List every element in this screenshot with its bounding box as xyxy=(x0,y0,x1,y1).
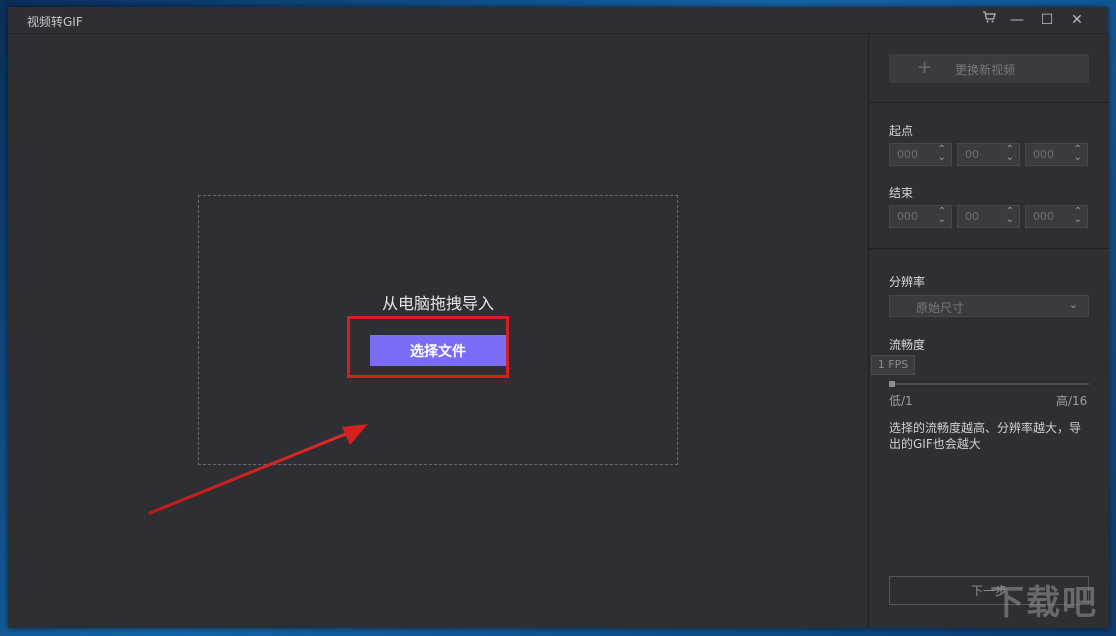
settings-panel: + 更换新视频 起点 000 ⌃ ⌄ 00 ⌃ ⌄ 000 ⌃ ⌄ 结束 000 ⌃ ⌄… xyxy=(868,34,1109,628)
title-bar: 视频转GIF — ☐ ✕ xyxy=(8,7,1108,34)
slider-max-label: 高/16 xyxy=(1056,394,1088,408)
replace-video-button[interactable]: + 更换新视频 xyxy=(889,54,1089,83)
window-title: 视频转GIF xyxy=(27,15,83,29)
end-label: 结束 xyxy=(889,186,914,200)
fluency-label: 流畅度 xyxy=(889,338,926,352)
slider-min-label: 低/1 xyxy=(889,394,913,408)
watermark-logo: 下载吧 xyxy=(990,583,1098,623)
end-hours-input[interactable]: 000 ⌃ ⌄ xyxy=(889,205,952,228)
select-file-button[interactable]: 选择文件 xyxy=(370,335,506,366)
start-seconds-input[interactable]: 000 ⌃ ⌄ xyxy=(1025,143,1088,166)
stepper-icon[interactable]: ⌃ ⌄ xyxy=(1006,145,1014,163)
replace-video-label: 更换新视频 xyxy=(955,63,1016,77)
stepper-icon[interactable]: ⌃ ⌄ xyxy=(1074,207,1082,225)
drop-zone[interactable]: 从电脑拖拽导入 选择文件 xyxy=(198,195,678,465)
start-hours-input[interactable]: 000 ⌃ ⌄ xyxy=(889,143,952,166)
app-window: 视频转GIF — ☐ ✕ 从电脑拖拽导入 选择文件 + 更换新视频 起点 000… xyxy=(8,7,1109,628)
stepper-icon[interactable]: ⌃ ⌄ xyxy=(1006,207,1014,225)
divider xyxy=(869,248,1109,249)
stepper-icon[interactable]: ⌃ ⌄ xyxy=(938,145,946,163)
minimize-button[interactable]: — xyxy=(1006,10,1028,30)
main-area: 从电脑拖拽导入 选择文件 xyxy=(8,34,868,628)
fluency-slider[interactable] xyxy=(889,383,1089,385)
plus-icon: + xyxy=(917,57,933,78)
divider xyxy=(869,102,1109,103)
end-minutes-input[interactable]: 00 ⌃ ⌄ xyxy=(957,205,1020,228)
stepper-icon[interactable]: ⌃ ⌄ xyxy=(1074,145,1082,163)
fps-value-badge: 1 FPS xyxy=(871,355,915,375)
size-hint-text: 选择的流畅度越高、分辨率越大，导出的GIF也会越大 xyxy=(889,421,1082,451)
resolution-label: 分辨率 xyxy=(889,275,926,289)
chevron-down-icon: ⌄ xyxy=(1068,298,1078,311)
drop-hint: 从电脑拖拽导入 xyxy=(381,294,494,313)
cart-icon[interactable] xyxy=(978,10,1000,30)
stepper-icon[interactable]: ⌃ ⌄ xyxy=(938,207,946,225)
end-seconds-input[interactable]: 000 ⌃ ⌄ xyxy=(1025,205,1088,228)
slider-handle[interactable] xyxy=(889,381,895,387)
maximize-button[interactable]: ☐ xyxy=(1036,10,1058,30)
resolution-select[interactable]: 原始尺寸 ⌄ xyxy=(889,295,1089,317)
start-minutes-input[interactable]: 00 ⌃ ⌄ xyxy=(957,143,1020,166)
close-button[interactable]: ✕ xyxy=(1066,10,1088,30)
start-label: 起点 xyxy=(889,124,914,138)
